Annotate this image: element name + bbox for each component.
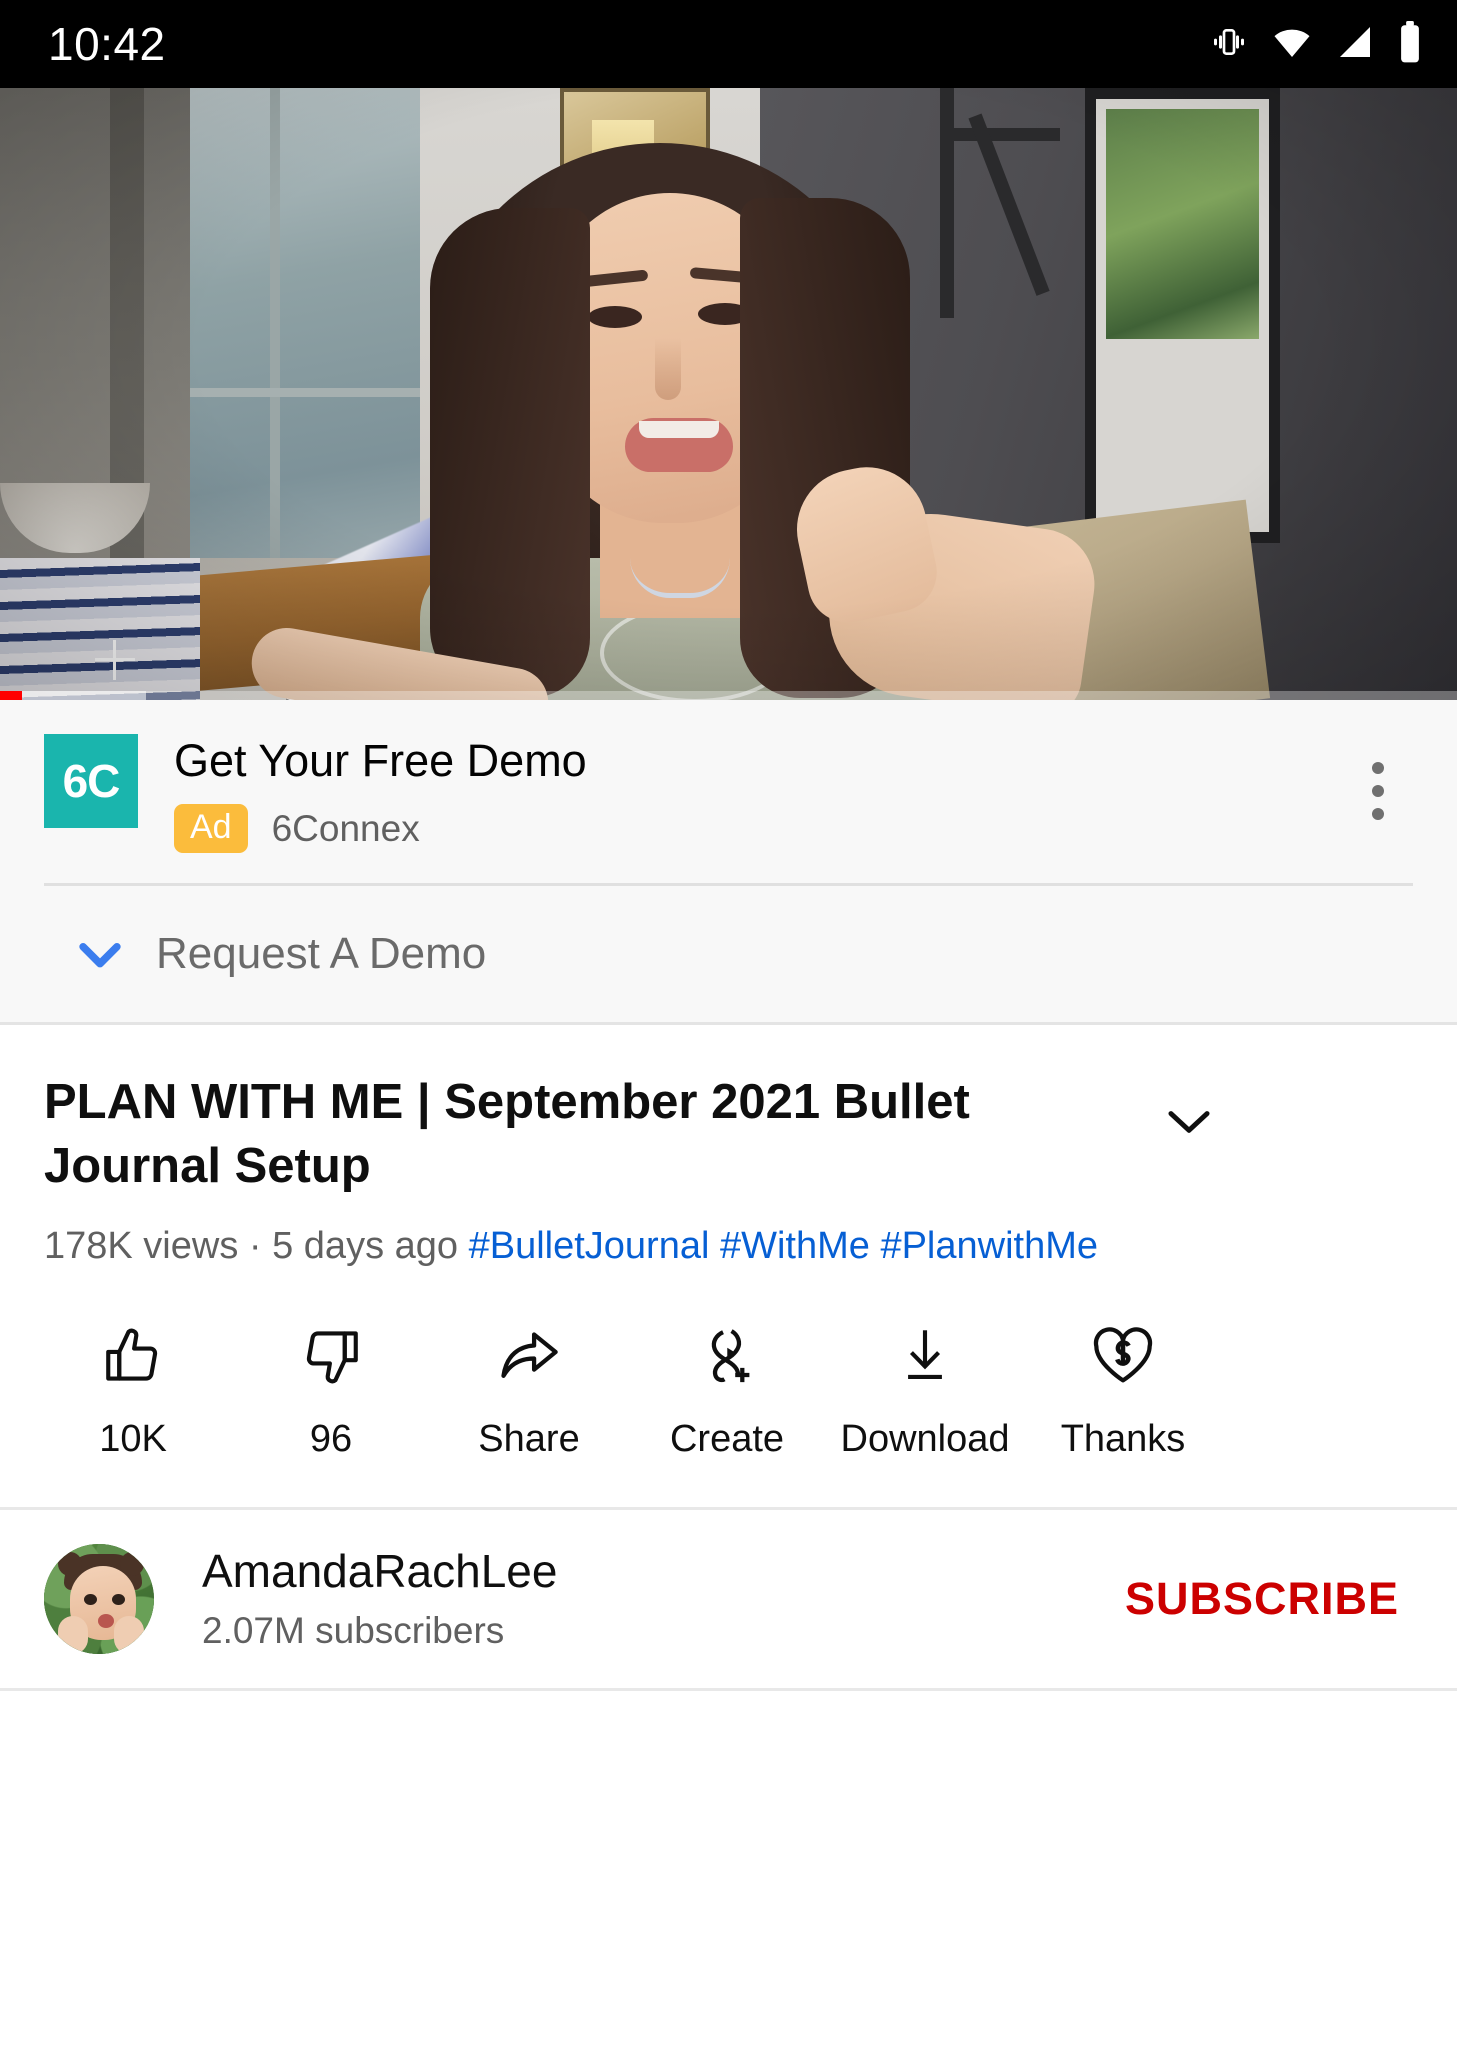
channel-row[interactable]: AmandaRachLee 2.07M subscribers SUBSCRIB… — [0, 1510, 1457, 1691]
download-button[interactable]: Download — [826, 1320, 1024, 1461]
chevron-down-icon[interactable] — [44, 925, 156, 983]
battery-icon — [1397, 20, 1423, 68]
avatar[interactable] — [44, 1543, 154, 1654]
progress-buffered — [0, 691, 146, 700]
create-label: Create — [669, 1417, 785, 1460]
channel-info[interactable]: AmandaRachLee 2.07M subscribers — [154, 1545, 1125, 1652]
stats-separator: · — [248, 1224, 262, 1267]
video-metadata: PLAN WITH ME | September 2021 Bullet Jou… — [0, 1025, 1457, 1267]
download-icon — [892, 1320, 958, 1392]
channel-name[interactable]: AmandaRachLee — [202, 1545, 1125, 1598]
ad-main-row[interactable]: 6C Get Your Free Demo Ad 6Connex — [44, 734, 1413, 883]
more-vert-icon[interactable] — [1343, 734, 1413, 820]
create-button[interactable]: Create — [628, 1320, 826, 1461]
share-button[interactable]: Share — [430, 1320, 628, 1461]
video-progress-bar[interactable] — [0, 691, 1457, 700]
ad-title[interactable]: Get Your Free Demo — [174, 735, 1343, 786]
like-count: 10K — [99, 1417, 167, 1460]
thumbs-down-icon — [298, 1320, 364, 1392]
video-hashtags[interactable]: #BulletJournal #WithMe #PlanwithMe — [469, 1225, 1098, 1267]
status-bar: 10:42 — [0, 0, 1457, 88]
download-label: Download — [840, 1417, 1010, 1460]
view-count: 178K views — [44, 1224, 239, 1267]
ad-text-block: Get Your Free Demo Ad 6Connex — [138, 734, 1343, 854]
thumbs-up-icon — [100, 1320, 166, 1392]
cellular-signal-icon — [1335, 22, 1375, 67]
like-button[interactable]: 10K — [34, 1320, 232, 1461]
publish-date: 5 days ago — [272, 1224, 459, 1267]
subscribe-button[interactable]: SUBSCRIBE — [1125, 1573, 1413, 1625]
thanks-button[interactable]: Thanks — [1024, 1320, 1222, 1461]
dislike-count: 96 — [309, 1417, 353, 1460]
dislike-button[interactable]: 96 — [232, 1320, 430, 1461]
action-bar[interactable]: 10K 96 Share Create Download Thanks — [0, 1268, 1457, 1510]
subscriber-count: 2.07M subscribers — [202, 1610, 505, 1652]
video-frame — [0, 88, 1457, 700]
vibrate-icon — [1209, 22, 1249, 67]
ad-cta-label[interactable]: Request A Demo — [156, 929, 486, 979]
video-player[interactable]: Hi everyone. It's Amanda, welcome back. — [0, 88, 1457, 700]
video-stats: 178K views · 5 days ago #BulletJournal #… — [44, 1225, 1413, 1268]
thanks-heart-dollar-icon — [1089, 1320, 1157, 1392]
wifi-icon — [1271, 22, 1313, 67]
status-bar-icons — [1209, 20, 1423, 68]
ad-advertiser-name: 6Connex — [271, 807, 420, 849]
share-icon — [495, 1320, 563, 1392]
ad-subline: Ad 6Connex — [174, 804, 1343, 854]
share-label: Share — [478, 1417, 580, 1460]
create-clip-icon — [693, 1320, 761, 1392]
ad-cta-row[interactable]: Request A Demo — [44, 886, 1413, 1022]
ad-card[interactable]: 6C Get Your Free Demo Ad 6Connex Request… — [0, 700, 1457, 1026]
chevron-down-icon[interactable] — [1134, 1071, 1244, 1151]
thanks-label: Thanks — [1060, 1417, 1186, 1460]
ad-advertiser-logo: 6C — [44, 734, 138, 828]
status-bar-clock: 10:42 — [48, 18, 166, 70]
ad-badge: Ad — [174, 804, 248, 854]
video-title-row[interactable]: PLAN WITH ME | September 2021 Bullet Jou… — [44, 1071, 1413, 1198]
progress-played — [0, 691, 22, 700]
page-title[interactable]: PLAN WITH ME | September 2021 Bullet Jou… — [44, 1071, 1134, 1198]
